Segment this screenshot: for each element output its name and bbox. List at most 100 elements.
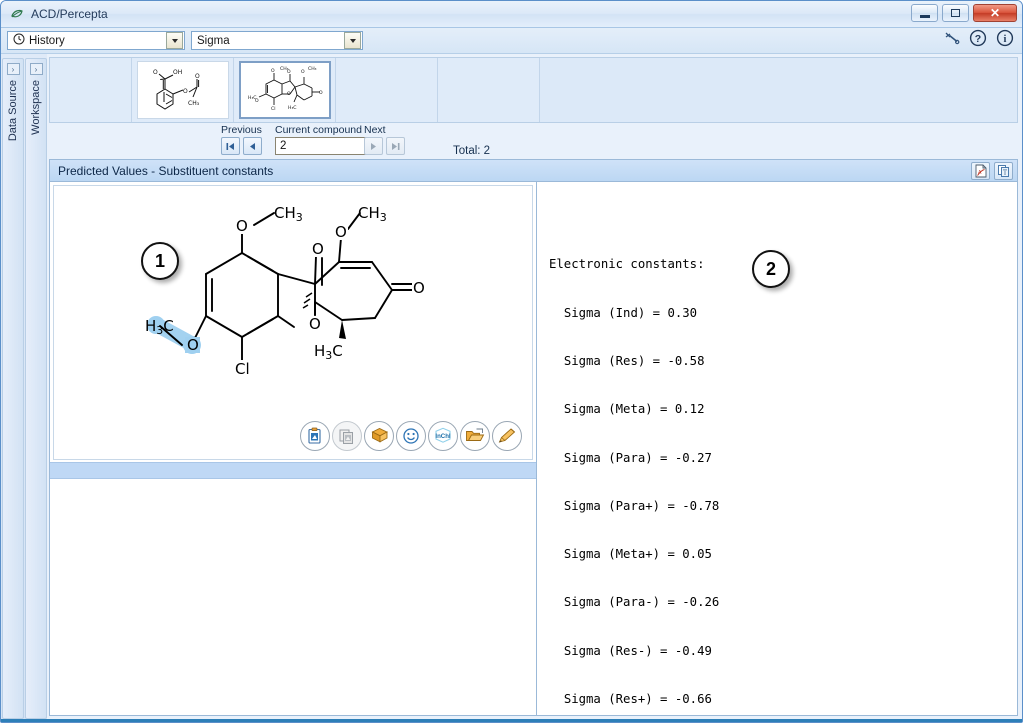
atom-label-o: O xyxy=(309,315,321,333)
atom-label-o: O xyxy=(413,279,425,297)
window-bottom-edge xyxy=(1,719,1022,722)
svg-text:H₃C: H₃C xyxy=(288,105,297,111)
window-title: ACD/Percepta xyxy=(31,7,108,21)
paste-structure-button[interactable] xyxy=(300,421,330,451)
panel-body: 1 O CH3 H3C O Cl O O O CH3 O H3C InChI 2… xyxy=(50,182,1017,715)
sidebar-item-workspace[interactable]: › Workspace xyxy=(25,58,47,719)
list-item[interactable] xyxy=(438,58,540,122)
callout-badge-2: 2 xyxy=(752,250,790,288)
window-controls: ✕ xyxy=(911,4,1017,22)
table-row: Sigma (Ind) = 0.30 xyxy=(563,305,698,320)
svg-text:O: O xyxy=(301,69,305,75)
maximize-button[interactable] xyxy=(942,4,969,22)
atom-label-ch3: CH3 xyxy=(274,204,303,224)
history-dropdown-value: History xyxy=(29,34,65,47)
table-row: Sigma (Meta) = 0.12 xyxy=(563,402,705,417)
minimize-button[interactable] xyxy=(911,4,938,22)
last-compound-button[interactable] xyxy=(386,137,405,155)
svg-text:CH₃: CH₃ xyxy=(188,100,200,107)
atom-label-h3c: H3C xyxy=(314,342,343,362)
aspirin-thumbnail[interactable]: O OH O O CH₃ xyxy=(136,61,229,119)
svg-text:O: O xyxy=(183,88,188,95)
svg-text:O: O xyxy=(153,69,158,76)
copy-text-button[interactable]: T xyxy=(994,161,1013,180)
copy-structure-button[interactable] xyxy=(332,421,362,451)
previous-label: Previous xyxy=(221,124,262,136)
svg-text:O: O xyxy=(287,91,291,97)
sidebar-item-data-source[interactable]: › Data Source xyxy=(2,58,24,719)
content-area: O OH O O CH₃ O CH₃ O O CH₃ H₃C O Cl O H₃… xyxy=(47,54,1022,719)
thumbnail-spacer xyxy=(50,58,132,122)
panel-header: Predicted Values - Substituent constants… xyxy=(50,160,1017,182)
svg-text:O: O xyxy=(271,68,275,74)
next-compound-button[interactable] xyxy=(364,137,383,155)
svg-text:T: T xyxy=(1002,169,1006,176)
history-dropdown[interactable]: History xyxy=(7,31,185,50)
atom-label-o: O xyxy=(187,336,199,354)
next-label: Next xyxy=(364,124,386,136)
table-row: Sigma (Res+) = -0.66 xyxy=(563,691,712,706)
inchi-button[interactable]: InChI xyxy=(428,421,458,451)
table-row: Sigma (Meta+) = 0.05 xyxy=(563,547,712,562)
total-count-label: Total: 2 xyxy=(453,145,491,157)
expand-icon[interactable]: › xyxy=(29,63,43,75)
open-structure-button[interactable] xyxy=(460,421,490,451)
close-button[interactable]: ✕ xyxy=(973,4,1017,22)
application-window: ACD/Percepta ✕ History Sigma ? i › Data … xyxy=(0,0,1023,723)
svg-text:InChI: InChI xyxy=(435,433,451,440)
panel-splitter[interactable] xyxy=(50,462,536,479)
atom-label-o: O xyxy=(335,223,347,241)
table-row: Sigma (Para) = -0.27 xyxy=(563,450,712,465)
svg-text:O: O xyxy=(255,98,259,104)
structure-viewer[interactable]: 1 O CH3 H3C O Cl O O O CH3 O H3C InChI xyxy=(53,185,533,460)
page-title: Predicted Values - Substituent constants xyxy=(58,163,274,178)
list-item[interactable] xyxy=(336,58,438,122)
close-icon: ✕ xyxy=(989,6,1001,20)
leaf-icon xyxy=(9,6,25,22)
info-circle-icon[interactable]: i xyxy=(996,29,1014,52)
table-row: Sigma (Res-) = -0.49 xyxy=(563,643,712,658)
list-item[interactable]: O OH O O CH₃ xyxy=(132,58,234,122)
compound-navigation: Previous Current compound 2 Next Total: … xyxy=(47,123,1022,159)
expand-icon[interactable]: › xyxy=(6,63,20,75)
sidebar-item-label: Workspace xyxy=(30,80,42,135)
svg-text:A: A xyxy=(978,170,982,176)
dictionary-button[interactable] xyxy=(364,421,394,451)
svg-text:i: i xyxy=(1004,34,1007,45)
svg-text:O: O xyxy=(195,73,200,80)
main-toolbar: History Sigma ? i xyxy=(1,28,1022,54)
compound-thumbnail-strip: O OH O O CH₃ O CH₃ O O CH₃ H₃C O Cl O H₃… xyxy=(49,57,1018,123)
help-circle-icon[interactable]: ? xyxy=(969,29,987,52)
table-row: Sigma (Para+) = -0.78 xyxy=(563,498,720,513)
edit-structure-button[interactable] xyxy=(492,421,522,451)
wrench-icon[interactable] xyxy=(943,31,960,51)
title-bar: ACD/Percepta ✕ xyxy=(1,1,1022,28)
svg-text:OH: OH xyxy=(173,69,182,76)
previous-compound-button[interactable] xyxy=(243,137,262,155)
atom-label-cl: Cl xyxy=(235,360,250,378)
svg-text:CH₃: CH₃ xyxy=(308,66,317,72)
list-item[interactable]: O CH₃ O O CH₃ H₃C O Cl O H₃C O xyxy=(234,58,336,122)
chevron-down-icon[interactable] xyxy=(166,32,183,49)
module-dropdown-value: Sigma xyxy=(197,34,230,47)
predicted-values-panel: Predicted Values - Substituent constants… xyxy=(49,159,1018,716)
clock-icon xyxy=(13,33,25,48)
atom-label-o: O xyxy=(312,240,324,258)
left-dock: › Data Source › Workspace xyxy=(1,54,47,719)
structure-tools: InChI xyxy=(300,421,522,451)
window-body: › Data Source › Workspace O OH O O CH₃ O… xyxy=(1,54,1022,719)
table-row: Sigma (Res) = -0.58 xyxy=(563,353,705,368)
export-pdf-button[interactable]: A xyxy=(971,161,990,180)
svg-text:O: O xyxy=(319,90,323,96)
svg-text:O: O xyxy=(287,69,291,75)
results-pane: 2 Electronic constants: Sigma (Ind) = 0.… xyxy=(537,182,1017,715)
smiles-button[interactable] xyxy=(396,421,426,451)
first-compound-button[interactable] xyxy=(221,137,240,155)
griseofulvin-thumbnail[interactable]: O CH₃ O O CH₃ H₃C O Cl O H₃C O xyxy=(238,61,331,119)
lower-structure-pane xyxy=(50,479,536,715)
svg-text:Cl: Cl xyxy=(271,106,275,112)
results-section: Electronic constants: Sigma (Ind) = 0.30… xyxy=(549,224,1017,715)
chevron-down-icon[interactable] xyxy=(344,32,361,49)
structure-pane: 1 O CH3 H3C O Cl O O O CH3 O H3C InChI xyxy=(50,182,537,715)
module-dropdown[interactable]: Sigma xyxy=(191,31,363,50)
